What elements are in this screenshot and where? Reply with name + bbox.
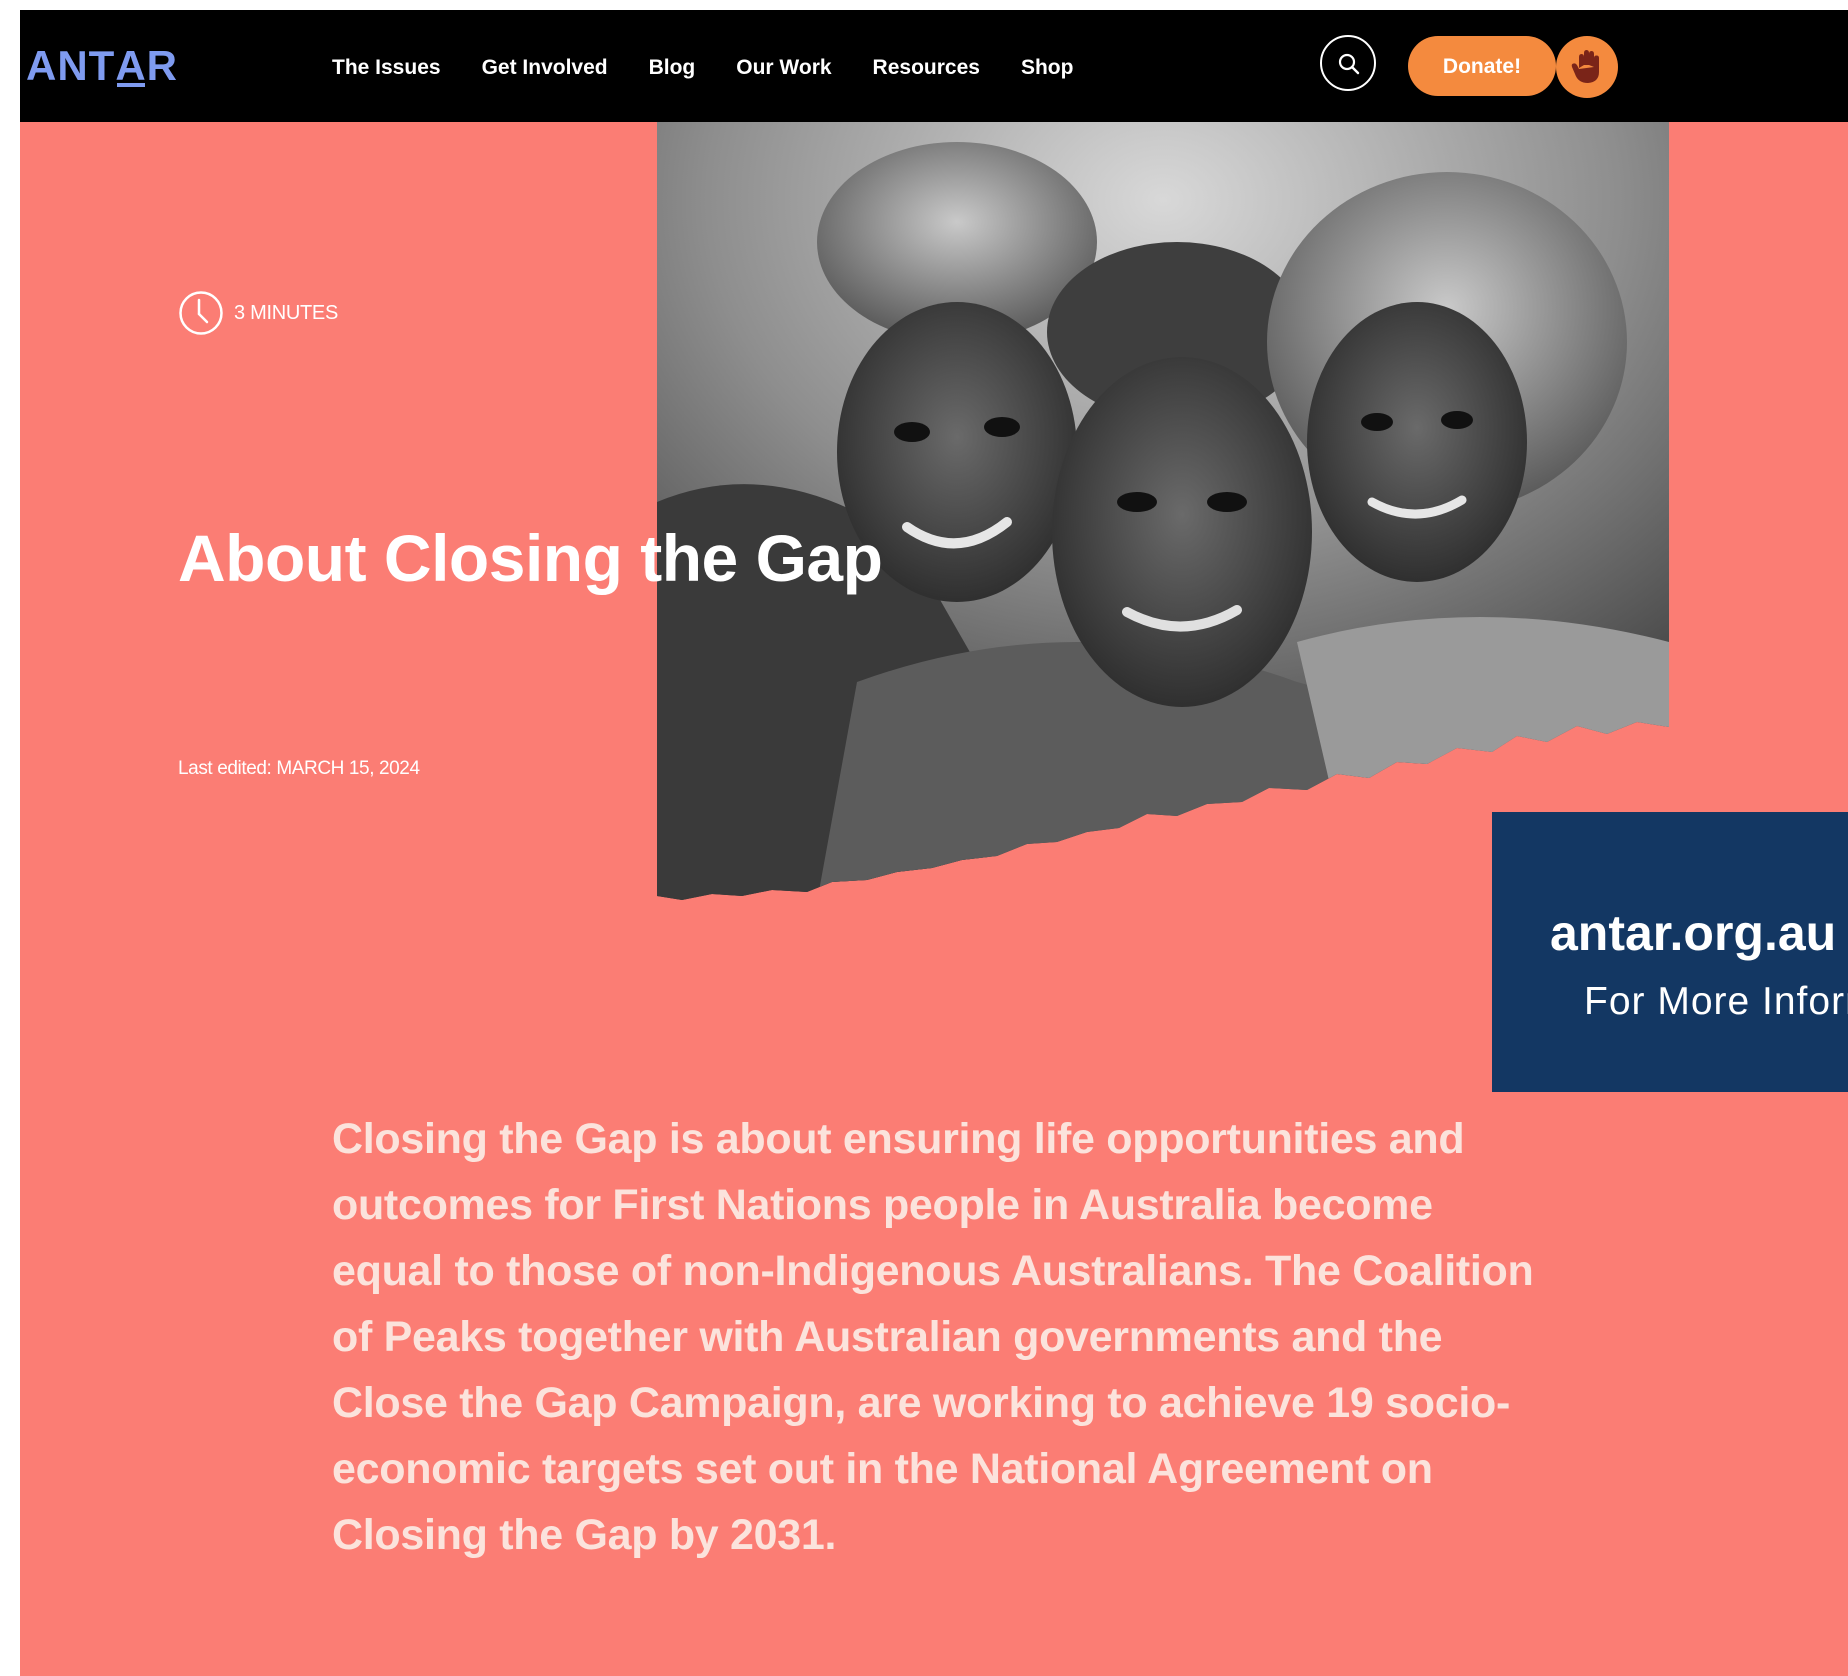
page-title: About Closing the Gap xyxy=(178,521,883,595)
nav-item-our-work[interactable]: Our Work xyxy=(736,56,831,80)
read-time: 3 MINUTES xyxy=(178,290,338,336)
nav-item-the-issues[interactable]: The Issues xyxy=(332,56,441,80)
last-edited-date: Last edited: MARCH 15, 2024 xyxy=(178,758,420,779)
search-button[interactable] xyxy=(1320,35,1376,91)
hand-icon xyxy=(1571,50,1599,83)
nav-item-shop[interactable]: Shop xyxy=(1021,56,1074,80)
page: ANTAR The Issues Get Involved Blog Our W… xyxy=(20,10,1848,1676)
main-nav: The Issues Get Involved Blog Our Work Re… xyxy=(332,50,1114,86)
nav-item-blog[interactable]: Blog xyxy=(649,56,696,80)
promo-url[interactable]: antar.org.au xyxy=(1550,904,1836,962)
read-time-label: 3 MINUTES xyxy=(234,301,338,324)
antar-logo[interactable]: ANTAR xyxy=(26,40,178,92)
site-header: ANTAR The Issues Get Involved Blog Our W… xyxy=(20,10,1848,122)
donate-button[interactable]: Donate! xyxy=(1408,36,1556,96)
hand-badge-button[interactable] xyxy=(1556,36,1618,98)
clock-icon xyxy=(179,291,223,335)
promo-subtitle: For More Information xyxy=(1584,980,1848,1023)
search-icon xyxy=(1338,53,1360,75)
nav-item-get-involved[interactable]: Get Involved xyxy=(482,56,608,80)
promo-banner: antar.org.au For More Information xyxy=(1492,812,1848,1092)
nav-item-resources[interactable]: Resources xyxy=(873,56,980,80)
intro-paragraph: Closing the Gap is about ensuring life o… xyxy=(332,1115,1534,1559)
hero-photo xyxy=(657,122,1669,900)
